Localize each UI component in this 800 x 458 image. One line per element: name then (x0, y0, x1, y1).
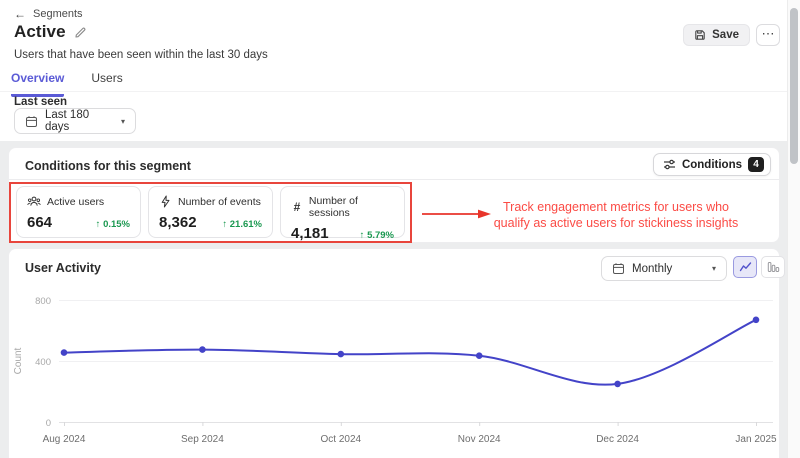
chevron-down-icon: ▾ (120, 116, 125, 126)
title-row: Active (14, 22, 87, 42)
user-activity-title: User Activity (25, 261, 101, 275)
metric-label: Number of events (178, 195, 261, 208)
line-chart-toggle-button[interactable] (733, 256, 757, 278)
metric-card-sessions: # Number of sessions 4,181 ↑ 5.79% (280, 186, 405, 242)
metric-change: ↑ 21.61% (222, 219, 262, 230)
conditions-button[interactable]: Conditions 4 (652, 153, 771, 176)
tabs-divider (0, 91, 787, 92)
calendar-icon (613, 263, 624, 274)
metric-card-active-users: Active users 664 ↑ 0.15% (16, 186, 141, 238)
metric-value: 664 (27, 214, 53, 231)
metric-value: 8,362 (159, 214, 197, 231)
metric-label: Active users (47, 195, 105, 208)
svg-text:Nov 2024: Nov 2024 (458, 434, 501, 445)
svg-text:800: 800 (35, 296, 51, 307)
svg-text:Aug 2024: Aug 2024 (43, 434, 86, 445)
page-subtitle: Users that have been seen within the las… (14, 49, 268, 61)
tab-overview[interactable]: Overview (11, 71, 65, 97)
conditions-title: Conditions for this segment (25, 159, 191, 173)
metric-change: ↑ 0.15% (95, 219, 130, 230)
save-button[interactable]: Save (683, 24, 750, 46)
calendar-icon (26, 115, 37, 127)
bar-chart-icon (767, 262, 779, 272)
metric-value: 4,181 (291, 225, 329, 242)
conditions-count-badge: 4 (748, 157, 764, 172)
save-button-label: Save (712, 29, 739, 41)
svg-text:0: 0 (46, 418, 51, 429)
tab-bar: Overview Users (11, 71, 123, 97)
ellipsis-icon: ⋯ (761, 25, 775, 41)
line-chart-icon (739, 262, 751, 272)
svg-text:Count: Count (13, 347, 24, 374)
vertical-scrollbar (787, 0, 800, 458)
sliders-icon (663, 159, 675, 170)
bar-chart-toggle-button[interactable] (761, 256, 785, 278)
conditions-button-label: Conditions (681, 158, 742, 171)
svg-text:Sep 2024: Sep 2024 (181, 434, 224, 445)
up-arrow-icon: ↑ (95, 219, 101, 230)
svg-text:Oct 2024: Oct 2024 (321, 434, 362, 445)
more-options-button[interactable]: ⋯ (756, 24, 780, 46)
metric-change: ↑ 5.79% (359, 230, 394, 241)
up-arrow-icon: ↑ (222, 219, 228, 230)
svg-text:Jan 2025: Jan 2025 (735, 434, 777, 445)
chart-type-toggle (733, 256, 785, 278)
header-actions: Save ⋯ (683, 24, 780, 46)
breadcrumb[interactable]: ← Segments (14, 7, 83, 21)
user-activity-chart: 0 400 800 Count Aug 2024 Sep 2024 Oct 2024 Nov … (13, 296, 777, 445)
last-seen-value: Last 180 days (45, 109, 90, 133)
users-icon (27, 196, 41, 206)
main-content: ← Segments Active Users that have been s… (0, 0, 787, 458)
last-seen-label: Last seen (14, 96, 68, 108)
divider (9, 179, 779, 180)
svg-text:400: 400 (35, 357, 51, 368)
chevron-down-icon: ▾ (711, 264, 716, 273)
hash-icon: # (293, 200, 301, 214)
metric-label: Number of sessions (308, 195, 358, 219)
save-icon (695, 30, 705, 40)
page-title: Active (14, 22, 66, 41)
metric-card-events: Number of events 8,362 ↑ 21.61% (148, 186, 273, 238)
page-header: ← Segments Active Users that have been s… (0, 0, 787, 141)
svg-text:Dec 2024: Dec 2024 (596, 434, 639, 445)
lightning-icon (161, 195, 170, 208)
up-arrow-icon: ↑ (359, 230, 365, 241)
user-activity-section: User Activity Monthly ▾ 0 400 800 Count … (8, 248, 785, 458)
period-value: Monthly (632, 262, 673, 275)
last-seen-dropdown[interactable]: Last 180 days ▾ (14, 108, 136, 134)
edit-pencil-icon[interactable] (74, 26, 87, 39)
tab-users[interactable]: Users (91, 71, 122, 97)
period-dropdown[interactable]: Monthly ▾ (601, 256, 727, 281)
scrollbar-thumb[interactable] (790, 8, 798, 164)
conditions-section: Conditions for this segment Conditions 4 (8, 147, 780, 243)
back-arrow-icon: ← (14, 7, 26, 21)
breadcrumb-label: Segments (33, 8, 83, 20)
